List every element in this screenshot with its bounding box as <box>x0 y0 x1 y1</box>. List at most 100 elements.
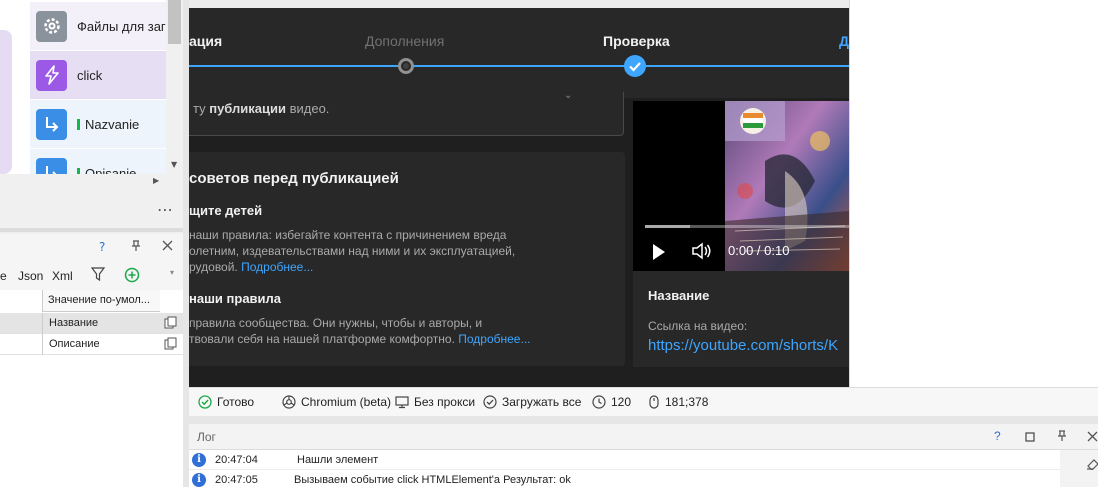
action-item-label: click <box>77 67 103 83</box>
action-item-files[interactable]: Файлы для загр <box>30 2 166 50</box>
scrollbar-thumb[interactable] <box>168 0 181 44</box>
tips-text: наши правила: избегайте контента с причи… <box>189 228 507 242</box>
help-icon[interactable]: ? <box>994 429 1001 443</box>
horizontal-scrollbar[interactable]: ▶ <box>0 174 183 191</box>
step-extras-dot[interactable] <box>398 58 414 74</box>
table-cell[interactable]: Описание <box>42 334 160 355</box>
check-circle-icon <box>198 395 212 409</box>
properties-panel-header: ? <box>0 234 183 262</box>
step-extras[interactable]: Дополнения <box>365 33 444 49</box>
vertical-scrollbar[interactable]: ▼ <box>166 0 183 174</box>
dropdown-arrow-icon[interactable]: ▾ <box>170 268 174 277</box>
properties-table: Значение по-умол... Название Описание <box>0 290 183 360</box>
json-button[interactable]: Json <box>18 269 43 283</box>
learn-more-link[interactable]: Подробнее... <box>458 332 530 346</box>
tips-section-heading: щите детей <box>189 203 263 218</box>
video-link-label: Ссылка на видео: <box>648 319 748 333</box>
stepper-line <box>189 65 849 67</box>
action-item-click[interactable]: click <box>30 51 166 99</box>
check-circle-icon <box>483 395 497 409</box>
action-item-opisanie[interactable]: Opisanie <box>30 149 166 174</box>
action-item-nazvanie[interactable]: Nazvanie <box>30 100 166 148</box>
gear-icon <box>36 10 67 42</box>
action-item-label: Nazvanie <box>85 116 140 132</box>
close-icon[interactable] <box>162 240 173 254</box>
column-header-default-value[interactable]: Значение по-умол... <box>42 290 160 312</box>
browser-icon <box>282 395 296 409</box>
log-side-toolbar <box>1060 450 1098 487</box>
properties-empty-area <box>0 360 183 487</box>
maximize-icon[interactable] <box>1025 431 1035 445</box>
table-row[interactable]: Описание <box>0 334 183 355</box>
step-details[interactable]: ация <box>189 33 222 49</box>
arrow-turn-icon <box>36 157 67 174</box>
tips-text: рудовой. <box>189 260 238 274</box>
log-row[interactable]: i 20:47:05 Вызываем событие click HTMLEl… <box>189 470 1060 487</box>
log-row[interactable]: i 20:47:04 Нашли элемент <box>189 450 1060 470</box>
clear-log-icon[interactable] <box>1086 456 1098 470</box>
scroll-right-icon[interactable]: ▶ <box>153 176 159 185</box>
scroll-down-icon[interactable]: ▼ <box>171 160 177 169</box>
browser-viewport: ация Дополнения Проверка Д ⌄ ту публикац… <box>189 0 849 387</box>
app-window: Файлы для загр click Nazvanie Opisanie ▼… <box>0 0 1098 487</box>
step-checks[interactable]: Проверка <box>603 33 670 49</box>
action-item-label: Файлы для загр <box>77 18 166 34</box>
tips-section-heading: наши правила <box>189 291 282 306</box>
description-field[interactable]: ⌄ ту публикации видео. <box>189 90 624 136</box>
copy-icon[interactable] <box>164 337 177 350</box>
table-row[interactable]: Название <box>0 313 183 334</box>
close-icon[interactable] <box>1087 431 1098 445</box>
monitor-icon <box>395 396 409 409</box>
tips-text: правила сообщества. Они нужны, чтобы и а… <box>189 316 483 330</box>
tab-partial[interactable]: e <box>0 269 7 283</box>
more-options-icon[interactable]: ⋯ <box>157 200 174 219</box>
log-message: Вызываем событие click HTMLElement'a Рез… <box>294 474 571 486</box>
step-next[interactable]: Д <box>839 33 849 49</box>
panel-divider[interactable] <box>0 228 183 232</box>
properties-toolbar: e Json Xml ▾ <box>0 262 183 290</box>
upload-stepper: ация Дополнения Проверка Д <box>189 8 849 98</box>
arrow-turn-icon <box>36 108 67 140</box>
xml-button[interactable]: Xml <box>52 269 73 283</box>
clock-icon <box>592 395 606 409</box>
log-list: i 20:47:04 Нашли элемент i 20:47:05 Вызы… <box>189 450 1060 487</box>
log-title: Лог <box>197 430 216 444</box>
video-progress-bar[interactable] <box>645 225 849 228</box>
status-proxy[interactable]: Без прокси <box>395 395 475 409</box>
volume-icon[interactable] <box>691 242 713 260</box>
status-timeout[interactable]: 120 <box>592 395 631 409</box>
log-time: 20:47:05 <box>215 474 258 486</box>
chevron-down-icon[interactable]: ⌄ <box>564 90 572 101</box>
status-cursor-coords: 181;378 <box>648 395 708 409</box>
table-cell[interactable]: Название <box>42 313 160 334</box>
help-icon[interactable]: ? <box>99 240 105 254</box>
video-preview-card: 0:00 / 0:10 Название Ссылка на видео: ht… <box>633 101 849 367</box>
video-title-label: Название <box>648 288 710 303</box>
panel-divider[interactable] <box>189 416 1098 424</box>
info-icon: i <box>192 473 206 487</box>
pin-icon[interactable] <box>131 240 141 255</box>
action-list: Файлы для загр click Nazvanie Opisanie <box>30 0 166 174</box>
video-link[interactable]: https://youtube.com/shorts/K <box>648 337 838 354</box>
group-indicator <box>0 30 12 174</box>
learn-more-link[interactable]: Подробнее... <box>241 260 313 274</box>
tips-text: твовали себя на нашей платформе комфортн… <box>189 332 455 346</box>
status-browser[interactable]: Chromium (beta) <box>282 395 391 409</box>
status-ready: Готово <box>198 395 254 409</box>
tips-text: олетним, издевательствами над ними и их … <box>189 244 516 258</box>
log-time: 20:47:04 <box>215 454 258 466</box>
checkmark-icon[interactable] <box>624 55 646 77</box>
action-list-panel: Файлы для загр click Nazvanie Opisanie ▼ <box>0 0 183 174</box>
video-player[interactable]: 0:00 / 0:10 <box>633 101 849 271</box>
add-icon[interactable] <box>124 267 140 286</box>
status-load-mode[interactable]: Загружать все <box>483 395 581 409</box>
info-icon: i <box>192 453 206 467</box>
filter-icon[interactable] <box>90 267 106 285</box>
play-icon[interactable] <box>651 243 667 261</box>
pin-icon[interactable] <box>1057 430 1067 445</box>
mouse-icon <box>649 395 659 409</box>
log-panel-header: Лог ? <box>189 424 1098 450</box>
tips-card: советов перед публикацией щите детей наш… <box>189 152 625 366</box>
browser-top-strip <box>189 0 849 8</box>
copy-icon[interactable] <box>164 316 177 329</box>
